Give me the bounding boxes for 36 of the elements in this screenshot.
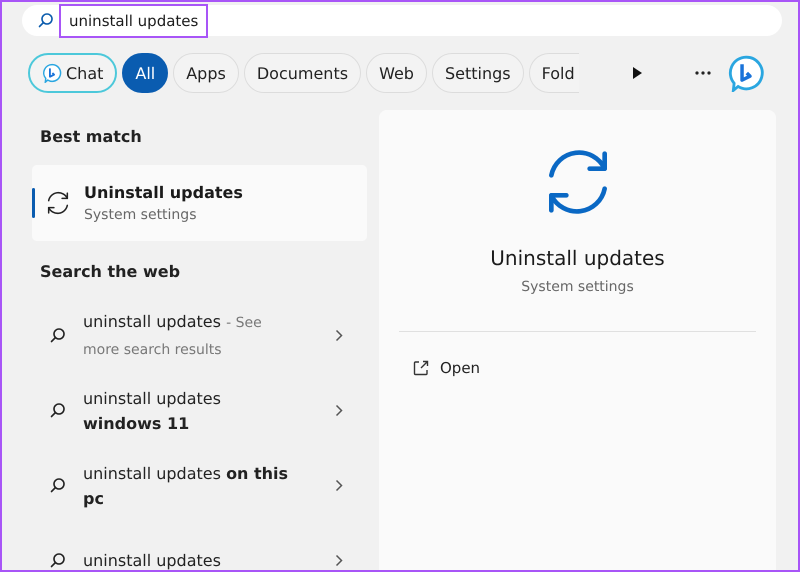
chat-tab[interactable]: Chat [28, 53, 118, 93]
preview-title: Uninstall updates [490, 246, 665, 270]
search-icon [50, 477, 67, 494]
filter-tab[interactable]: Web [366, 53, 427, 93]
filter-tab[interactable]: Apps [173, 53, 239, 93]
play-icon [632, 67, 642, 79]
chevron-right-icon [335, 554, 343, 567]
selection-indicator [32, 188, 35, 218]
filter-tab[interactable]: All [122, 53, 168, 93]
chat-bubble-icon [42, 63, 62, 83]
section-heading: Search the web [39, 261, 182, 283]
search-icon [38, 12, 55, 29]
result-item[interactable]: Uninstall updates System settings [32, 165, 367, 241]
preview-subtitle: System settings [521, 279, 634, 295]
web-result[interactable]: uninstall updates on this pc [32, 448, 367, 523]
chevron-right-icon [335, 404, 343, 417]
more-icon [695, 71, 711, 75]
search-field[interactable]: uninstall updates [22, 5, 782, 36]
web-result[interactable]: uninstall updates - See more search results [32, 298, 367, 373]
external-link-icon [412, 359, 430, 377]
result-title: Uninstall updates [84, 183, 243, 202]
web-result[interactable]: uninstall updates windows 11 [32, 373, 367, 448]
open-link[interactable]: Open [440, 359, 480, 377]
search-icon [50, 327, 67, 344]
section-heading: Best match [39, 126, 143, 148]
chat-logo-button[interactable] [727, 54, 765, 92]
filter-tab[interactable]: Documents [244, 53, 362, 93]
chevron-right-icon [335, 479, 343, 492]
filter-tab[interactable]: Settings [432, 53, 524, 93]
chevron-right-icon [335, 329, 343, 342]
search-icon [50, 552, 67, 569]
result-subtitle: System settings [84, 207, 198, 223]
web-result[interactable]: uninstall updates [32, 523, 367, 570]
filter-tab[interactable]: Fold [528, 53, 579, 93]
chat-bubble-icon [727, 54, 765, 92]
search-icon [50, 402, 67, 419]
